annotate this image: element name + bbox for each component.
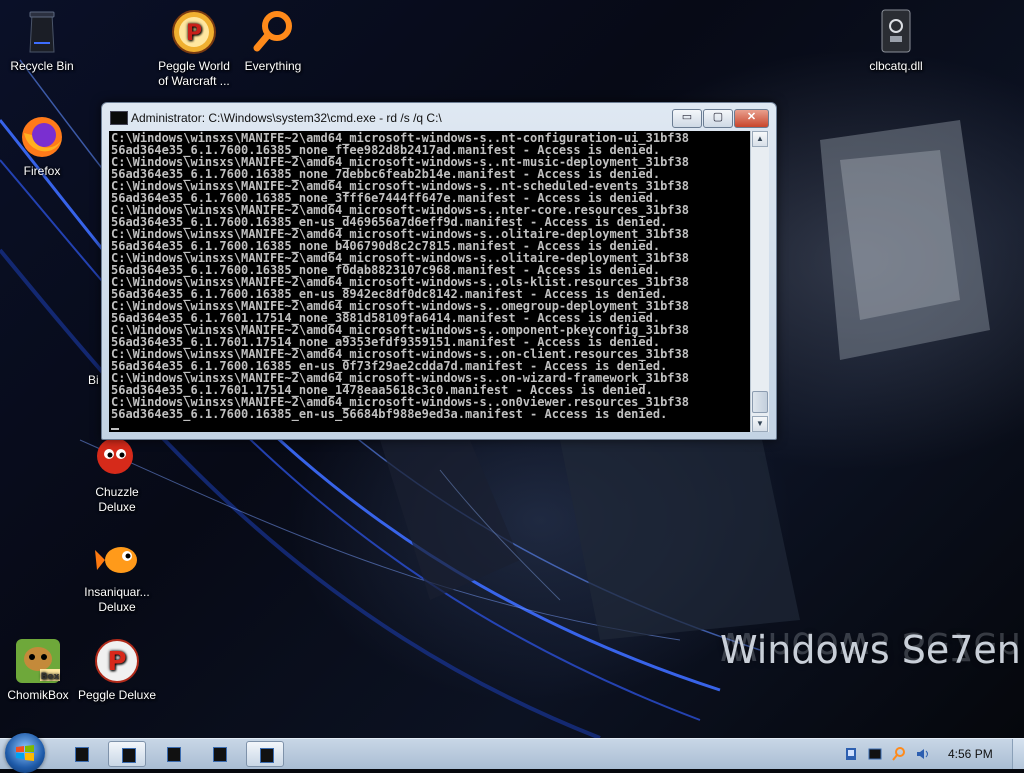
taskbar-cmd-button[interactable] [154, 741, 192, 767]
start-button[interactable] [5, 733, 45, 773]
desktop-icon-peggle-wow[interactable]: P Peggle World of Warcraft ... [152, 8, 236, 89]
desktop-icon-clbcatq[interactable]: clbcatq.dll [854, 8, 938, 74]
console-text: C:\Windows\winsxs\MANIFE~2\amd64_microso… [109, 131, 750, 432]
cmd-tray-icon[interactable] [868, 747, 882, 761]
desktop-icon-label: Insaniquar... Deluxe [84, 585, 150, 614]
scroll-thumb[interactable] [752, 391, 768, 413]
peggle-icon: P [170, 8, 218, 56]
peggle-icon: P [93, 637, 141, 685]
cmd-icon [167, 747, 181, 762]
chomikbox-icon: Box [14, 637, 62, 685]
recycle-bin-icon [18, 8, 66, 56]
taskbar-cmd-button[interactable] [62, 741, 100, 767]
cmd-icon [260, 748, 274, 763]
maximize-button[interactable]: ▢ [703, 109, 733, 128]
desktop-icon-insaniquarium[interactable]: Insaniquar... Deluxe [75, 534, 159, 615]
firefox-icon [18, 113, 66, 161]
chuzzle-icon [93, 434, 141, 482]
cmd-icon [122, 748, 136, 763]
taskbar-cmd-button[interactable] [108, 741, 146, 767]
search-tray-icon[interactable] [892, 747, 906, 761]
desktop-icon-chomikbox[interactable]: Box ChomikBox [0, 637, 80, 703]
scroll-up-icon[interactable]: ▲ [752, 131, 768, 147]
title-bar[interactable]: Administrator: C:\Windows\system32\cmd.e… [102, 103, 776, 131]
svg-text:Box: Box [41, 672, 60, 682]
cmd-app-icon [110, 111, 128, 125]
desktop-icon-label: Firefox [23, 164, 61, 178]
taskbar-clock[interactable]: 4:56 PM [948, 747, 993, 761]
taskbar-cmd-button[interactable] [200, 741, 238, 767]
show-desktop-button[interactable] [1012, 739, 1024, 769]
desktop-icon-firefox[interactable]: Firefox [0, 113, 84, 179]
window-title: Administrator: C:\Windows\system32\cmd.e… [131, 111, 442, 125]
desktop-icon-label: clbcatq.dll [869, 59, 923, 73]
desktop-icon-everything[interactable]: Everything [231, 8, 315, 74]
desktop-icon-label: Recycle Bin [10, 59, 74, 73]
goldfish-icon [93, 534, 141, 582]
taskbar-cmd-button[interactable] [246, 741, 284, 767]
desktop-icon-recycle-bin[interactable]: Recycle Bin [0, 8, 84, 74]
windows-logo-icon [16, 745, 34, 761]
desktop-icon-partial-1[interactable]: Be [0, 262, 20, 277]
wallpaper-watermark-reflection: Windows Se7en [720, 624, 1021, 668]
minimize-button[interactable]: ▭ [672, 109, 702, 128]
network-icon[interactable] [844, 747, 858, 761]
vertical-scrollbar[interactable]: ▲ ▼ [750, 131, 769, 432]
dll-file-icon [872, 8, 920, 56]
console-output[interactable]: C:\Windows\winsxs\MANIFE~2\amd64_microso… [109, 131, 750, 432]
desktop-icon-label: ChomikBox [7, 688, 69, 702]
desktop: Windows Se7en Windows Se7en Recycle Bin … [0, 0, 1024, 738]
desktop-icon-chuzzle[interactable]: Chuzzle Deluxe [75, 434, 159, 515]
close-button[interactable]: ✕ [734, 109, 769, 128]
desktop-icon-label: Peggle Deluxe [77, 688, 157, 702]
cmd-window[interactable]: Administrator: C:\Windows\system32\cmd.e… [101, 102, 777, 440]
magnifier-icon [249, 8, 297, 56]
console-cursor [111, 428, 119, 430]
desktop-icon-peggle-deluxe[interactable]: P Peggle Deluxe [75, 637, 159, 703]
taskbar: 4:56 PM [0, 733, 1024, 773]
svg-text:P: P [186, 21, 202, 46]
desktop-icon-label: Chuzzle Deluxe [95, 485, 139, 514]
cmd-icon [75, 747, 89, 762]
desktop-icon-label: Everything [244, 59, 302, 73]
cmd-icon [213, 747, 227, 762]
desktop-icon-label: Peggle World of Warcraft ... [158, 59, 230, 88]
scroll-down-icon[interactable]: ▼ [752, 416, 768, 432]
svg-text:P: P [107, 647, 126, 677]
console-line: 56ad364e35_6.1.7600.16385_en-us_56684bf9… [111, 407, 668, 421]
speaker-icon[interactable] [916, 747, 930, 761]
